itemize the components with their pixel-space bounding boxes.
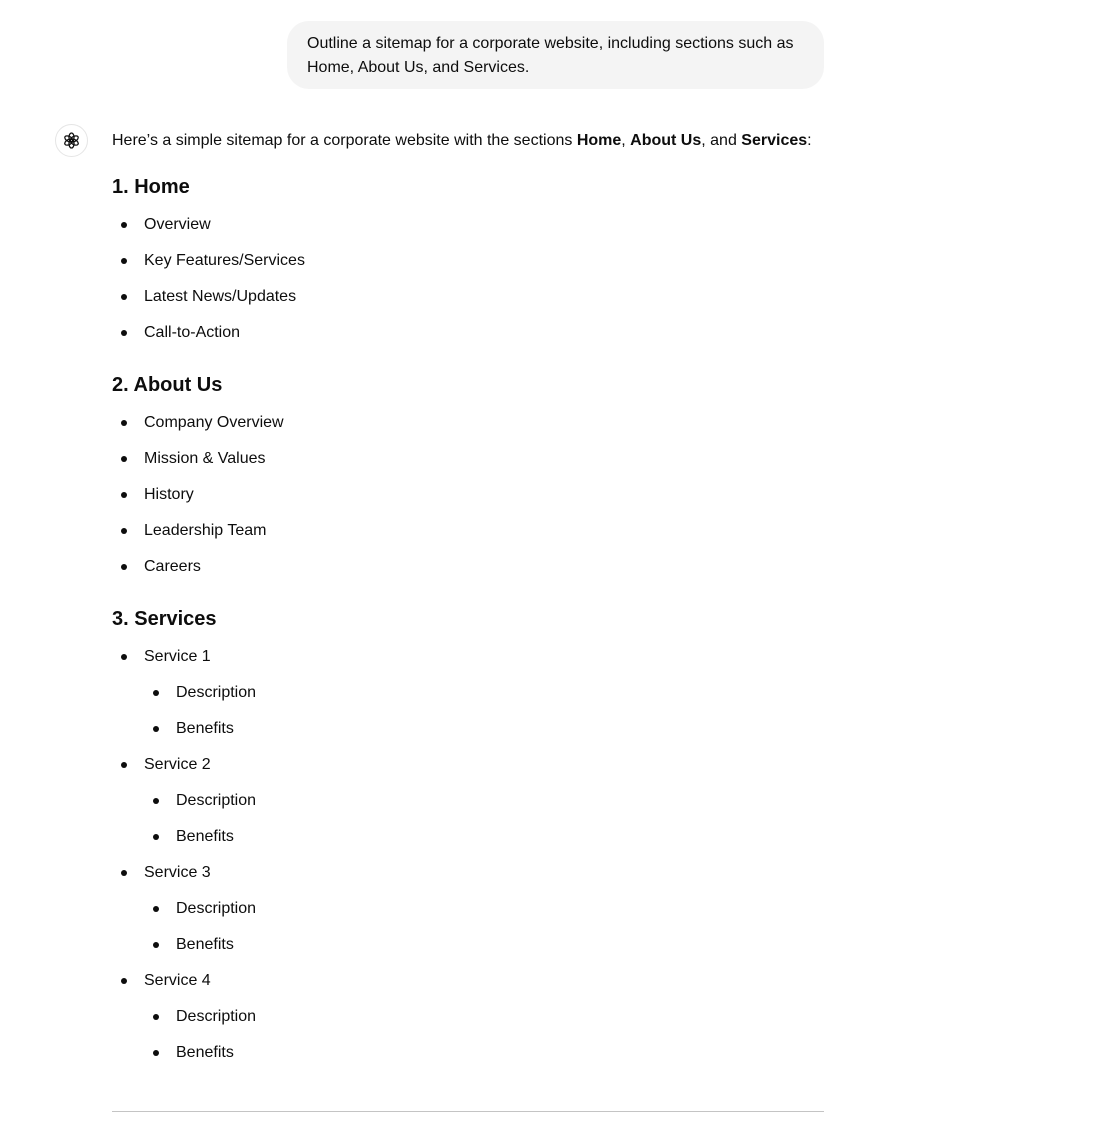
about-list: Company Overview Mission & Values Histor…	[112, 405, 824, 585]
intro-paragraph: Here’s a simple sitemap for a corporate …	[112, 129, 824, 153]
intro-sep: , and	[701, 132, 742, 149]
bullet	[121, 258, 127, 264]
bullet	[121, 492, 127, 498]
bullet	[153, 834, 159, 840]
list-item-text: Key Features/Services	[144, 252, 305, 269]
section-heading-services: 3. Services	[112, 608, 217, 630]
sub-list-item: Description	[112, 783, 824, 819]
sub-list-item: Benefits	[112, 819, 824, 855]
list-item: History	[112, 477, 824, 513]
divider	[112, 1111, 824, 1112]
bullet	[121, 870, 127, 876]
bullet	[121, 762, 127, 768]
home-list: Overview Key Features/Services Latest Ne…	[112, 207, 824, 351]
list-item-text: Description	[176, 684, 257, 701]
sub-list-item: Description	[112, 891, 824, 927]
list-item-text: Description	[176, 792, 257, 809]
list-item-text: Service 3	[144, 864, 211, 881]
bullet	[121, 654, 127, 660]
intro-sep: ,	[621, 132, 631, 149]
section-heading-about-us: 2. About Us	[112, 374, 223, 396]
sub-list-item: Benefits	[112, 927, 824, 963]
bullet	[121, 222, 127, 228]
sub-list-item: Description	[112, 999, 824, 1035]
intro-text: Here’s a simple sitemap for a corporate …	[112, 132, 577, 149]
bullet	[121, 564, 127, 570]
list-item-text: Call-to-Action	[144, 324, 241, 341]
intro-bold-about: About Us	[630, 132, 702, 149]
services-list: Service 1 Description Benefits Service 2…	[112, 639, 824, 1071]
user-message-bubble: Outline a sitemap for a corporate websit…	[287, 21, 824, 89]
list-item-text: Description	[176, 1008, 257, 1025]
intro-bold-services: Services	[741, 132, 808, 149]
list-item-text: Mission & Values	[144, 450, 266, 467]
list-item: Service 2	[112, 747, 824, 783]
list-item: Service 4	[112, 963, 824, 999]
list-item: Company Overview	[112, 405, 824, 441]
bullet	[121, 330, 127, 336]
user-message-text: Outline a sitemap for a corporate websit…	[307, 35, 794, 76]
list-item-text: Service 4	[144, 972, 211, 989]
list-item-text: Company Overview	[144, 414, 284, 431]
section-heading-home: 1. Home	[112, 176, 190, 198]
bullet	[121, 420, 127, 426]
openai-logo-icon	[64, 132, 79, 149]
bullet	[153, 906, 159, 912]
assistant-avatar	[55, 124, 88, 157]
list-item-text: History	[144, 486, 194, 503]
bullet	[121, 456, 127, 462]
sub-list-item: Benefits	[112, 1035, 824, 1071]
bullet	[153, 1050, 159, 1056]
list-item: Overview	[112, 207, 824, 243]
list-item-text: Latest News/Updates	[144, 288, 297, 305]
list-item-text: Benefits	[176, 1044, 234, 1061]
bullet	[153, 690, 159, 696]
list-item: Service 3	[112, 855, 824, 891]
list-item-text: Description	[176, 900, 257, 917]
bullet	[121, 528, 127, 534]
list-item: Careers	[112, 549, 824, 585]
intro-suffix: :	[807, 132, 812, 149]
list-item: Mission & Values	[112, 441, 824, 477]
list-item-text: Leadership Team	[144, 522, 267, 539]
bullet	[153, 726, 159, 732]
bullet	[121, 294, 127, 300]
list-item: Leadership Team	[112, 513, 824, 549]
list-item-text: Benefits	[176, 720, 234, 737]
bullet	[153, 1014, 159, 1020]
list-item: Latest News/Updates	[112, 279, 824, 315]
list-item-text: Careers	[144, 558, 201, 575]
sub-list-item: Benefits	[112, 711, 824, 747]
bullet	[153, 942, 159, 948]
list-item: Call-to-Action	[112, 315, 824, 351]
bullet	[121, 978, 127, 984]
bullet	[153, 798, 159, 804]
list-item: Service 1	[112, 639, 824, 675]
list-item-text: Service 2	[144, 756, 211, 773]
sub-list-item: Description	[112, 675, 824, 711]
assistant-message: Here’s a simple sitemap for a corporate …	[112, 129, 824, 1071]
list-item-text: Overview	[144, 216, 211, 233]
list-item-text: Benefits	[176, 936, 234, 953]
intro-bold-home: Home	[576, 132, 622, 149]
list-item-text: Service 1	[144, 648, 211, 665]
list-item: Key Features/Services	[112, 243, 824, 279]
list-item-text: Benefits	[176, 828, 234, 845]
